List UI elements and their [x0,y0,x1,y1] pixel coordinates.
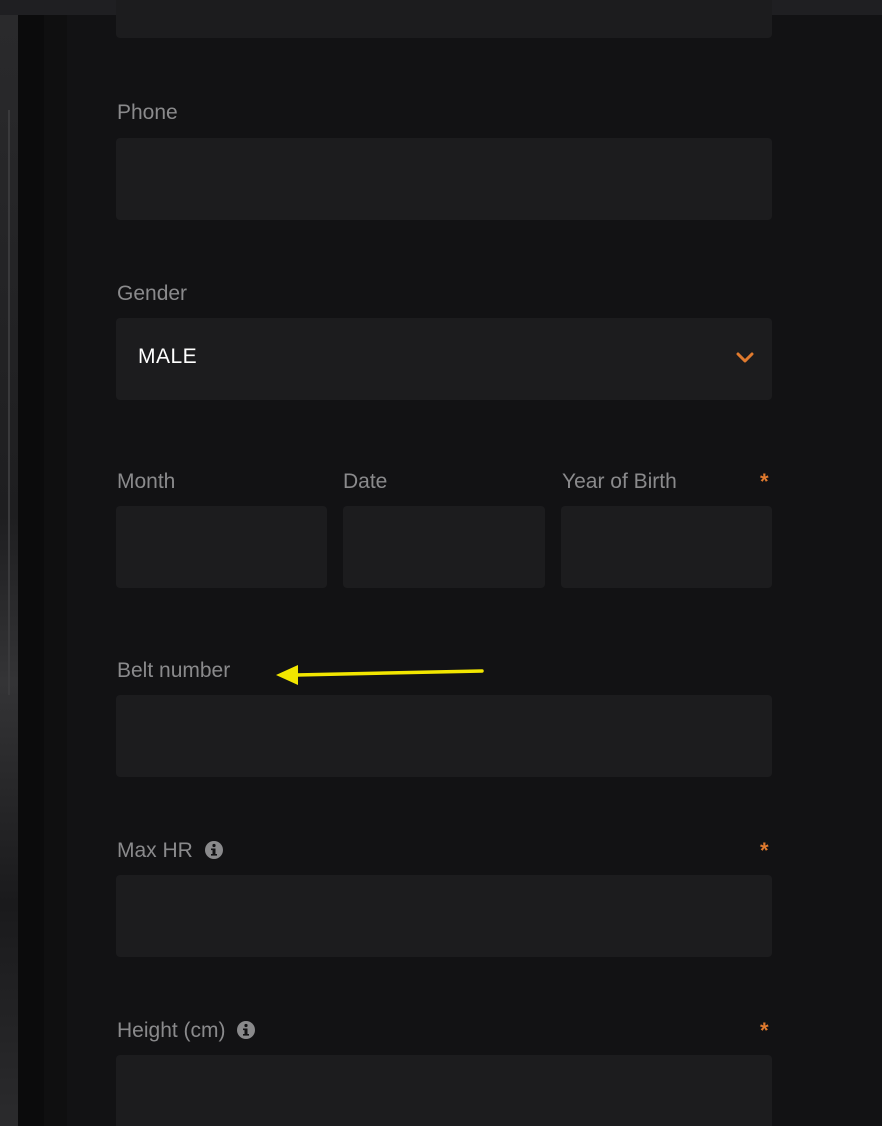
height-label-text: Height (cm) [117,1019,226,1042]
belt-number-label: Belt number [117,659,231,682]
month-input[interactable] [116,506,327,588]
height-required-mark: * [760,1018,769,1043]
info-icon[interactable] [236,1020,256,1040]
date-input[interactable] [343,506,545,588]
month-label: Month [117,470,176,493]
max-hr-required-mark: * [760,838,769,863]
gender-selected-value: MALE [138,345,198,368]
phone-input[interactable] [116,138,772,220]
year-of-birth-label: Year of Birth [562,470,677,493]
annotation-arrow [276,665,484,685]
side-rail-inner [44,15,67,1126]
background-scrollbar[interactable] [8,110,10,695]
info-icon[interactable] [204,840,224,860]
previous-field-input[interactable] [116,0,772,38]
height-input[interactable] [116,1055,772,1126]
chevron-down-icon [736,352,754,363]
max-hr-label-text: Max HR [117,839,193,862]
belt-number-input[interactable] [116,695,772,777]
gender-label: Gender [117,282,188,305]
year-required-mark: * [760,469,769,494]
gender-select[interactable]: MALE [116,318,772,400]
phone-label: Phone [117,101,178,124]
height-label: Height (cm) [117,1019,256,1043]
year-input[interactable] [561,506,772,588]
date-label: Date [343,470,388,493]
max-hr-input[interactable] [116,875,772,957]
max-hr-label: Max HR [117,839,224,863]
